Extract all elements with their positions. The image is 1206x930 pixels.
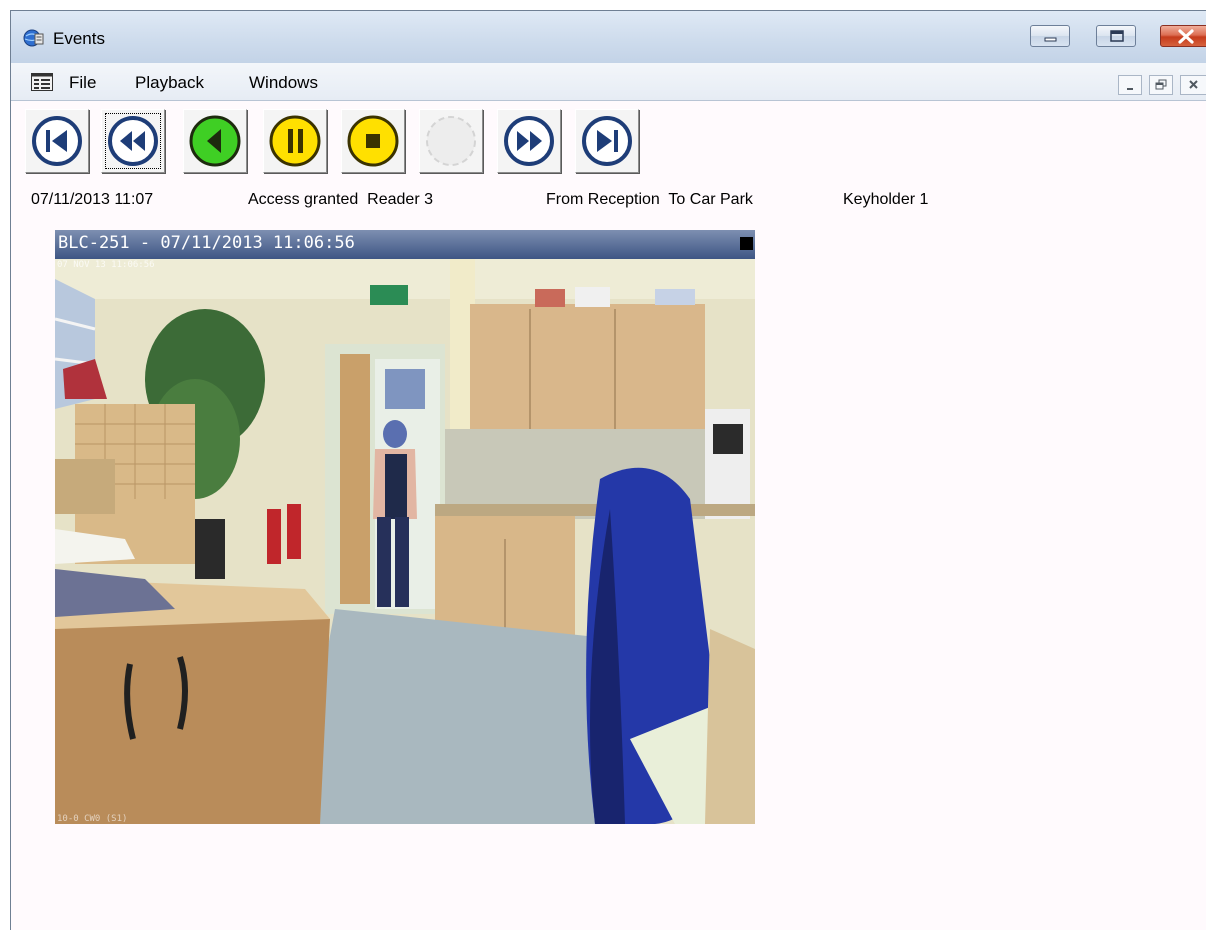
mdi-minimize-button[interactable] — [1118, 75, 1142, 95]
maximize-button[interactable] — [1096, 25, 1136, 47]
pause-icon — [269, 115, 321, 167]
minimize-icon — [1127, 88, 1133, 90]
menu-playback[interactable]: Playback — [135, 73, 204, 93]
stop-icon — [347, 115, 399, 167]
close-button[interactable] — [1160, 25, 1206, 47]
close-icon — [1189, 80, 1198, 89]
video-osd-timestamp: 07 NOV 13 11:06:56 — [57, 260, 155, 270]
title-bar[interactable]: Events — [11, 11, 1206, 63]
mdi-restore-button[interactable] — [1149, 75, 1173, 95]
skip-to-start-button[interactable] — [25, 109, 89, 173]
stop-button[interactable] — [341, 109, 405, 173]
video-title: BLC-251 - 07/11/2013 11:06:56 — [58, 233, 355, 253]
mdi-system-menu-icon[interactable] — [31, 73, 53, 91]
camera-video-panel[interactable]: BLC-251 - 07/11/2013 11:06:56 07 NOV 13 … — [55, 230, 755, 824]
menu-windows[interactable]: Windows — [249, 73, 318, 93]
video-status-indicator — [740, 237, 753, 250]
rewind-button[interactable] — [101, 109, 165, 173]
fast-forward-button[interactable] — [497, 109, 561, 173]
app-globe-icon — [23, 29, 44, 47]
play-reverse-button[interactable] — [183, 109, 247, 173]
event-description: Access granted Reader 3 — [248, 191, 433, 208]
maximize-icon — [1110, 30, 1124, 42]
close-icon — [1178, 29, 1194, 44]
play-reverse-icon — [189, 115, 241, 167]
camera-frame-image — [55, 259, 755, 824]
window-title: Events — [53, 29, 105, 48]
rewind-icon — [108, 116, 158, 166]
menu-bar: File Playback Windows — [11, 63, 1206, 101]
skip-start-icon — [32, 116, 82, 166]
skip-end-icon — [582, 116, 632, 166]
mdi-close-button[interactable] — [1180, 75, 1206, 95]
play-icon — [426, 116, 476, 166]
skip-to-end-button[interactable] — [575, 109, 639, 173]
fast-forward-icon — [504, 116, 554, 166]
restore-icon — [1155, 79, 1167, 90]
playback-toolbar — [11, 101, 1206, 187]
menu-file[interactable]: File — [69, 73, 96, 93]
event-route: From Reception To Car Park — [546, 191, 753, 208]
minimize-icon — [1044, 37, 1057, 42]
video-osd-bottom-text: 10-0 CW0 (S1) — [57, 814, 128, 824]
play-button[interactable] — [419, 109, 483, 173]
pause-button[interactable] — [263, 109, 327, 173]
video-header: BLC-251 - 07/11/2013 11:06:56 — [55, 230, 755, 259]
events-window: Events File Playback Windows 07/11/2013 … — [10, 10, 1206, 930]
event-user: Keyholder 1 — [843, 191, 929, 208]
event-datetime: 07/11/2013 11:07 — [31, 191, 154, 208]
minimize-button[interactable] — [1030, 25, 1070, 47]
